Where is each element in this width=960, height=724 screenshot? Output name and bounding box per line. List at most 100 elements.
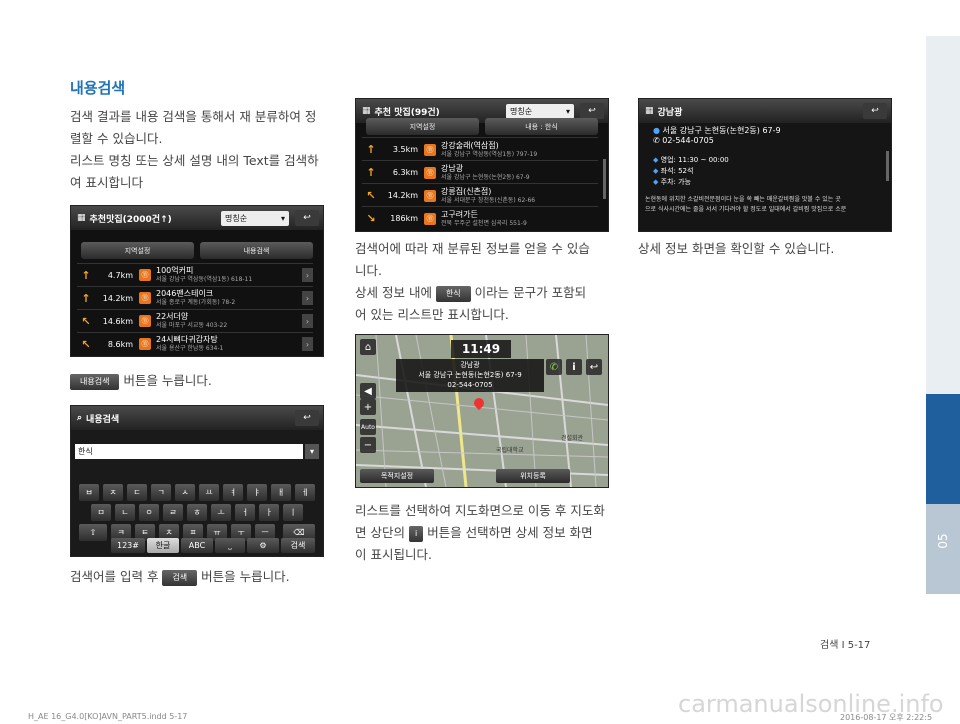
search-key[interactable]: 검색 <box>281 538 315 553</box>
para-line: 검색 결과를 내용 검색을 통해서 재 분류하여 정 <box>70 109 317 124</box>
key[interactable]: ㄴ <box>115 504 135 521</box>
direction-upleft-icon: ↖ <box>366 189 376 202</box>
chevron-right-icon[interactable]: › <box>302 337 313 351</box>
space-icon[interactable]: ⎵ <box>215 538 245 553</box>
list-item[interactable]: ↑ 6.3km ⑪ 강남광 서울 강남구 논현동(논현2동) 67-9 <box>362 160 598 184</box>
key[interactable]: ㅈ <box>103 484 123 501</box>
chevron-down-icon: ▾ <box>565 107 570 116</box>
caption-text: 버튼을 누릅니다. <box>123 373 212 388</box>
caption-detail: 상세 정보 화면을 확인할 수 있습니다. <box>638 241 835 256</box>
back-icon[interactable]: ↩ <box>295 410 319 426</box>
key[interactable]: ㄷ <box>127 484 147 501</box>
key[interactable]: ㅏ <box>259 504 279 521</box>
phone-icon[interactable]: ✆ <box>546 359 562 375</box>
section-title: 내용검색 <box>70 79 126 97</box>
back-icon[interactable]: ↩ <box>580 103 604 119</box>
restaurant-icon: ⑪ <box>424 212 436 225</box>
key[interactable]: ㅅ <box>175 484 195 501</box>
item-address: 서울 강남구 역삼동(역삼1동) 618-11 <box>156 276 253 283</box>
para-text: 이라는 문구가 포함되 <box>474 285 587 300</box>
key[interactable]: ㅑ <box>247 484 267 501</box>
tab-content-filter[interactable]: 내용 : 한식 <box>485 118 598 135</box>
gear-icon[interactable]: ⚙ <box>247 538 279 553</box>
key[interactable]: ㅇ <box>139 504 159 521</box>
key[interactable]: ㅛ <box>199 484 219 501</box>
key[interactable]: ㅕ <box>223 484 243 501</box>
chevron-right-icon[interactable]: › <box>302 268 313 282</box>
mode-123-key[interactable]: 123# <box>111 538 145 553</box>
detail-title-bar: ▦ 강남광 <box>639 99 891 123</box>
list-item[interactable]: ↑ 4.7km ⑪ 100억커피 서울 강남구 역삼동(역삼1동) 618-11… <box>77 263 313 286</box>
bullet-icon: ◆ <box>653 167 659 175</box>
list-item[interactable]: ↖ 14.6km ⑪ 22서더양 서울 마포구 서교동 403-22 › <box>77 309 313 332</box>
restaurant-icon: ⑪ <box>424 143 436 156</box>
info-icon[interactable]: i <box>566 359 582 375</box>
key[interactable]: ㅁ <box>91 504 111 521</box>
chevron-right-icon[interactable]: › <box>302 314 313 328</box>
chevron-down-icon[interactable]: ▾ <box>305 444 319 459</box>
distance: 186km <box>390 214 418 223</box>
restaurant-icon: ⑪ <box>139 269 151 281</box>
zoom-in-icon[interactable]: + <box>360 399 376 415</box>
list-item[interactable]: ↘ 186km ⑪ 고구려가든 전북 무주군 설천면 심곡리 551-9 <box>362 206 598 230</box>
phone-text: 02-544-0705 <box>662 136 714 145</box>
tab-content-search[interactable]: 내용검색 <box>200 242 313 259</box>
key[interactable]: ㅔ <box>295 484 315 501</box>
clock: 11:49 <box>451 340 511 358</box>
key[interactable]: ㅂ <box>79 484 99 501</box>
sort-dropdown[interactable]: 명칭순 ▾ <box>221 211 289 226</box>
watermark: carmanualsonline.info <box>678 690 944 718</box>
para-line: 상세 정보 내에 한식 이라는 문구가 포함되 <box>355 282 615 304</box>
key[interactable]: ㅗ <box>211 504 231 521</box>
search-input[interactable]: 한식 <box>75 444 303 459</box>
item-name: 강릉집(신촌점) <box>441 186 492 196</box>
key[interactable]: ㄱ <box>151 484 171 501</box>
seats-text: 좌석: 52석 <box>660 167 694 175</box>
register-location-button[interactable]: 위치등록 <box>496 469 570 483</box>
chevron-right-icon[interactable]: › <box>302 291 313 305</box>
key[interactable]: ㄹ <box>163 504 183 521</box>
key[interactable]: ㅎ <box>187 504 207 521</box>
key[interactable]: ㅓ <box>235 504 255 521</box>
item-address: 서울 마포구 서교동 403-22 <box>156 322 228 329</box>
zoom-out-icon[interactable]: − <box>360 437 376 453</box>
speaker-icon[interactable]: ◀ <box>360 383 376 399</box>
chapter-sidebar: 05 <box>926 36 960 594</box>
tab-region[interactable]: 지역설정 <box>366 118 479 135</box>
list-item[interactable]: ↑ 3.5km ⑪ 강강술래(역삼점) 서울 강남구 역삼동(역삼1동) 797… <box>362 137 598 161</box>
shift-icon[interactable]: ⇧ <box>79 524 107 541</box>
list-item[interactable]: ↖ 8.6km ⑪ 24시뼈다귀감자탕 서울 용산구 한남동 634-1 › <box>77 332 313 355</box>
back-icon[interactable]: ↩ <box>586 359 602 375</box>
set-destination-button[interactable]: 목적지설정 <box>360 469 434 483</box>
screenshot-keyboard: ⌕ 내용검색 ↩ 한식 ▾ ㅂㅈㄷㄱㅅㅛㅕㅑㅐㅔㅁㄴㅇㄹㅎㅗㅓㅏㅣㅋㅌㅊㅍㅠㅜㅡ… <box>70 405 324 557</box>
mode-korean-key[interactable]: 한글 <box>147 538 179 553</box>
scrollbar[interactable] <box>886 151 889 181</box>
chevron-down-icon: ▾ <box>280 214 285 223</box>
auto-zoom-button[interactable]: Auto <box>360 419 376 435</box>
mode-abc-key[interactable]: ABC <box>181 538 213 553</box>
back-icon[interactable]: ↩ <box>295 210 319 226</box>
sort-dropdown[interactable]: 명칭순 ▾ <box>506 104 574 119</box>
caption-enter-search: 검색어를 입력 후 검색 버튼을 누릅니다. <box>70 566 290 588</box>
key[interactable]: ㅐ <box>271 484 291 501</box>
poi-popup[interactable]: 강남광 서울 강남구 논현동(논현2동) 67-9 02-544-0705 <box>396 359 544 392</box>
list-item[interactable]: ↑ 14.2km ⑪ 2046팬스테이크 서울 종로구 계동(가회동) 78-2… <box>77 286 313 309</box>
location-icon: ● <box>653 126 660 135</box>
key[interactable]: ㅣ <box>283 504 303 521</box>
distance: 6.3km <box>392 168 418 177</box>
home-icon[interactable]: ⌂ <box>360 339 376 355</box>
para-line: 리스트 명칭 또는 상세 설명 내의 Text를 검색하 <box>70 153 319 168</box>
bullet-icon: ◆ <box>653 178 659 186</box>
tab-region[interactable]: 지역설정 <box>81 242 194 259</box>
scrollbar[interactable] <box>603 159 606 199</box>
detail-description: 논현동에 위치한 소갈비전문점이다 눈을 쏙 빼는 매운갈비찜을 맛볼 수 있는… <box>645 195 881 215</box>
bullet-icon: ◆ <box>653 156 659 164</box>
distance: 14.6km <box>102 316 133 326</box>
list-icon: ▦ <box>645 106 654 116</box>
list-item[interactable]: ↖ 14.2km ⑪ 강릉집(신촌점) 서울 서대문구 창천동(신촌동) 62-… <box>362 183 598 207</box>
detail-phone: ✆ 02-544-0705 <box>653 136 714 145</box>
map-label: 국립대학교 <box>496 447 524 454</box>
back-icon[interactable]: ↩ <box>863 103 887 119</box>
hansik-button: 한식 <box>435 285 471 302</box>
item-name: 강남광 <box>441 163 464 173</box>
